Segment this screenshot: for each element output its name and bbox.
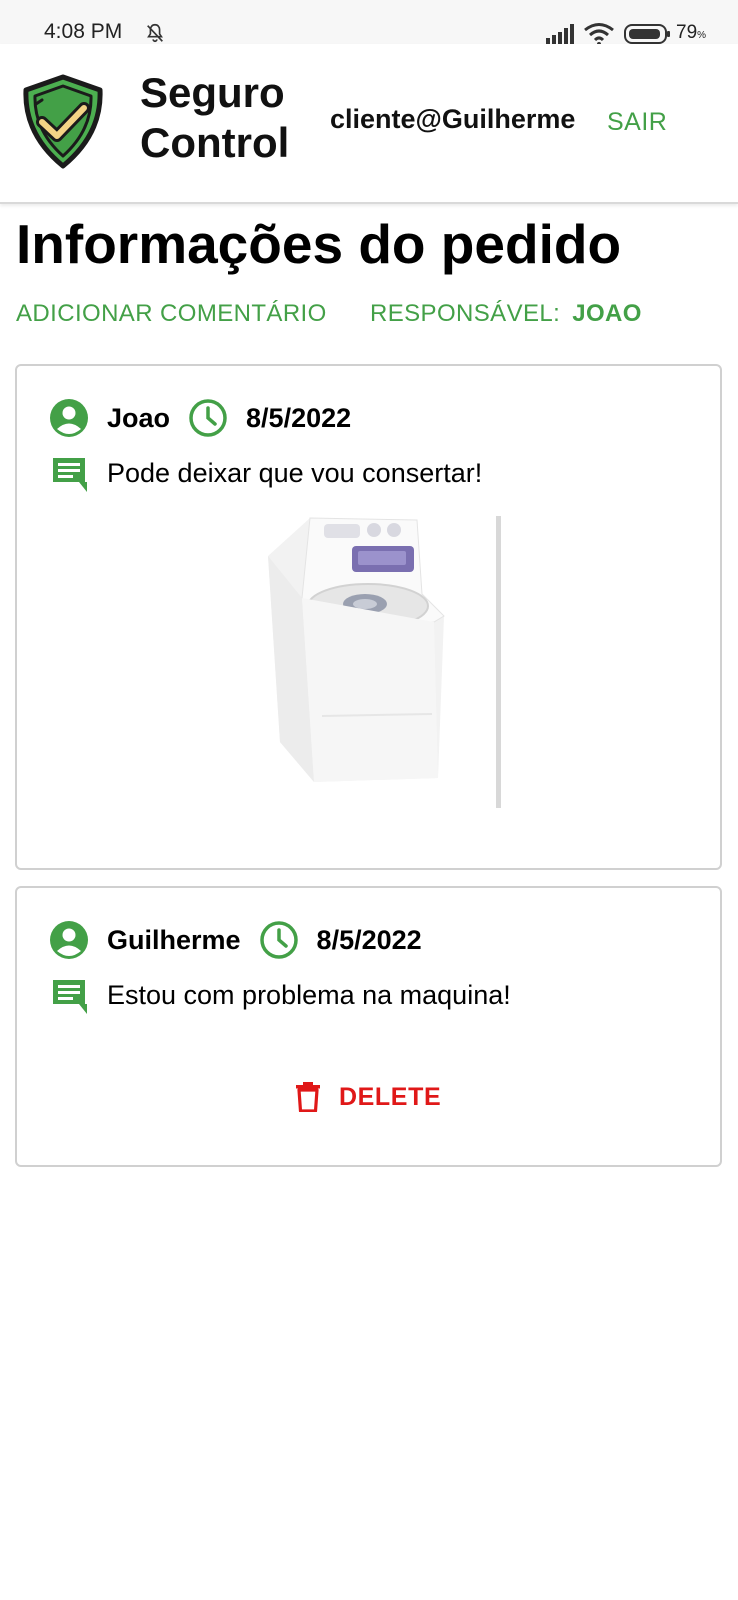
page-title: Informações do pedido: [16, 213, 622, 275]
status-time: 4:08 PM: [44, 20, 123, 43]
battery-percent: 79%: [676, 22, 707, 43]
comment-body: Pode deixar que vou consertar!: [51, 456, 482, 494]
comment-date: 8/5/2022: [246, 402, 352, 433]
delete-button[interactable]: DELETE: [295, 1082, 441, 1112]
comment-card: Guilherme 8/5/2022 Estou com problema na…: [15, 886, 722, 1167]
comment-icon: [53, 458, 87, 492]
comment-date: 8/5/2022: [316, 924, 422, 955]
signal-icon: [546, 24, 574, 44]
comment-text: Estou com problema na maquina!: [107, 980, 511, 1010]
trash-icon: [296, 1082, 320, 1112]
clock-icon: [189, 399, 227, 437]
app-header: Seguro Control cliente@Guilherme SAIR: [0, 44, 738, 204]
comment-text: Pode deixar que vou consertar!: [107, 458, 483, 488]
responsible-name: JOAO: [572, 300, 642, 327]
user-email: cliente@Guilherme: [330, 104, 576, 134]
comment-meta: Joao 8/5/2022: [49, 396, 351, 440]
logout-button[interactable]: SAIR: [607, 108, 667, 137]
clock-icon: [259, 921, 298, 959]
app-title: Seguro Control: [140, 69, 290, 166]
washing-machine-image[interactable]: [262, 516, 502, 808]
responsible-label: RESPONSÁVEL:: [370, 300, 561, 327]
comment-author: Joao: [107, 402, 171, 433]
comment-body: Estou com problema na maquina!: [51, 978, 511, 1016]
wifi-icon: [584, 23, 614, 46]
comment-icon: [53, 980, 87, 1014]
add-comment-button[interactable]: ADICIONAR COMENTÁRIO: [16, 300, 327, 328]
responsible-info: RESPONSÁVEL: JOAO: [370, 300, 642, 328]
comment-meta: Guilherme 8/5/2022: [49, 918, 422, 962]
status-bar: 4:08 PM 79%: [0, 0, 738, 46]
account-circle-icon: [50, 399, 88, 437]
comment-card: Joao 8/5/2022 Pode deixar que vou conser…: [15, 364, 722, 870]
bell-off-icon: [147, 23, 163, 43]
comment-author: Guilherme: [107, 924, 241, 955]
battery-icon: [624, 24, 670, 44]
shield-check-icon: [23, 74, 103, 169]
account-circle-icon: [50, 921, 88, 959]
delete-label: DELETE: [339, 1082, 442, 1111]
